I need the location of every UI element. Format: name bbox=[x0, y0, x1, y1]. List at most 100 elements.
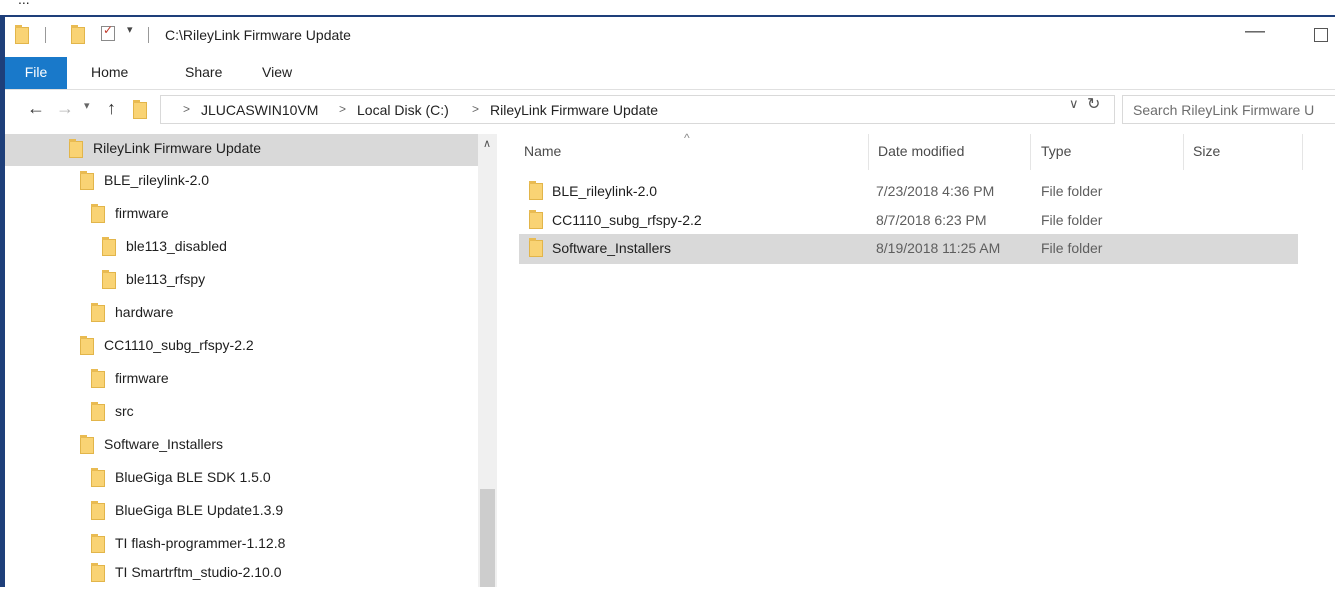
column-header-size[interactable]: Size bbox=[1193, 143, 1220, 159]
folder-icon bbox=[91, 204, 105, 223]
search-input[interactable]: Search RileyLink Firmware U bbox=[1122, 95, 1335, 124]
navigation-pane: RileyLink Firmware Update BLE_rileylink-… bbox=[5, 134, 497, 587]
minimize-icon[interactable]: — bbox=[1245, 20, 1265, 43]
breadcrumb-separator: > bbox=[472, 102, 480, 116]
file-row-selected[interactable]: Software_Installers 8/19/2018 11:25 AM F… bbox=[519, 234, 1298, 264]
column-header-date[interactable]: Date modified bbox=[878, 143, 964, 159]
forward-arrow-icon[interactable]: → bbox=[56, 98, 74, 119]
folder-icon bbox=[80, 171, 94, 190]
folder-icon bbox=[91, 501, 105, 520]
column-header-name[interactable]: Name bbox=[524, 143, 561, 159]
tree-item[interactable]: ble113_rfspy bbox=[5, 266, 475, 296]
breadcrumb-separator: > bbox=[339, 102, 347, 116]
recent-locations-icon[interactable]: ▾ bbox=[84, 99, 90, 112]
file-type: File folder bbox=[1041, 183, 1103, 199]
column-divider[interactable] bbox=[1302, 134, 1303, 170]
tree-item[interactable]: firmware bbox=[5, 365, 475, 395]
file-date: 7/23/2018 4:36 PM bbox=[876, 183, 995, 199]
tree-item[interactable]: BLE_rileylink-2.0 bbox=[5, 167, 475, 197]
tree-item-label: BlueGiga BLE SDK 1.5.0 bbox=[115, 469, 271, 485]
folder-icon bbox=[15, 25, 29, 44]
folder-icon bbox=[102, 237, 116, 256]
column-header-type[interactable]: Type bbox=[1041, 143, 1071, 159]
file-type: File folder bbox=[1041, 240, 1103, 256]
folder-icon bbox=[91, 402, 105, 421]
folder-icon bbox=[133, 100, 147, 119]
properties-icon[interactable]: ✓ bbox=[101, 23, 115, 41]
top-strip-text: ... bbox=[18, 0, 30, 7]
tree-item[interactable]: ble113_disabled bbox=[5, 233, 475, 263]
ribbon-tabs: File Home Share View bbox=[5, 57, 1335, 90]
refresh-icon[interactable]: ↻ bbox=[1087, 94, 1100, 114]
search-placeholder: Search RileyLink Firmware U bbox=[1133, 102, 1315, 118]
tree-item-label: RileyLink Firmware Update bbox=[93, 140, 262, 156]
file-date: 8/19/2018 11:25 AM bbox=[876, 240, 1001, 256]
title-bar: ✓ ▾ C:\RileyLink Firmware Update — bbox=[5, 17, 1335, 57]
address-dropdown-icon[interactable]: ∨ bbox=[1069, 96, 1079, 112]
file-row[interactable]: BLE_rileylink-2.0 7/23/2018 4:36 PM File… bbox=[519, 177, 1298, 207]
tree-item[interactable]: TI flash-programmer-1.12.8 bbox=[5, 530, 475, 560]
column-divider[interactable] bbox=[1183, 134, 1184, 170]
folder-icon bbox=[80, 435, 94, 454]
folder-icon bbox=[529, 210, 543, 229]
folder-icon bbox=[91, 563, 105, 582]
file-name: BLE_rileylink-2.0 bbox=[552, 183, 658, 199]
column-divider[interactable] bbox=[1030, 134, 1031, 170]
title-separator bbox=[148, 27, 149, 43]
tree-item[interactable]: firmware bbox=[5, 200, 475, 230]
tree-item-label: ble113_rfspy bbox=[126, 271, 206, 287]
column-divider[interactable] bbox=[868, 134, 869, 170]
tree-item-label: src bbox=[115, 403, 134, 419]
navigation-bar: ← → ▾ ↑ > JLUCASWIN10VM > Local Disk (C:… bbox=[5, 90, 1335, 130]
breadcrumb-computer[interactable]: JLUCASWIN10VM bbox=[201, 102, 318, 118]
folder-icon bbox=[69, 139, 83, 158]
scrollbar-thumb[interactable] bbox=[480, 489, 495, 587]
up-arrow-icon[interactable]: ↑ bbox=[107, 98, 116, 119]
tab-file[interactable]: File bbox=[5, 57, 67, 89]
title-separator bbox=[45, 27, 46, 43]
tree-item-label: BLE_rileylink-2.0 bbox=[104, 172, 210, 188]
tree-item[interactable]: hardware bbox=[5, 299, 475, 329]
folder-icon bbox=[91, 303, 105, 322]
tab-view[interactable]: View bbox=[262, 57, 292, 89]
file-name: Software_Installers bbox=[552, 240, 672, 256]
tree-item-label: TI flash-programmer-1.12.8 bbox=[115, 535, 286, 551]
folder-icon bbox=[91, 369, 105, 388]
quick-access-dropdown-icon[interactable]: ▾ bbox=[127, 23, 133, 36]
tree-item[interactable]: Software_Installers bbox=[5, 431, 475, 461]
tree-item[interactable]: BlueGiga BLE SDK 1.5.0 bbox=[5, 464, 475, 494]
new-folder-icon[interactable] bbox=[71, 25, 85, 44]
file-date: 8/7/2018 6:23 PM bbox=[876, 212, 987, 228]
tab-home[interactable]: Home bbox=[91, 57, 128, 89]
breadcrumb-local-disk[interactable]: Local Disk (C:) bbox=[357, 102, 449, 118]
tree-item-label: ble113_disabled bbox=[126, 238, 227, 254]
folder-icon bbox=[529, 238, 543, 257]
tree-item[interactable]: BlueGiga BLE Update1.3.9 bbox=[5, 497, 475, 527]
tree-item-label: firmware bbox=[115, 370, 169, 386]
nav-pane-scrollbar[interactable]: ∧ bbox=[478, 134, 497, 587]
breadcrumb-current-folder[interactable]: RileyLink Firmware Update bbox=[490, 102, 658, 118]
file-list-pane: ^ Name Date modified Type Size BLE_riley… bbox=[499, 131, 1335, 587]
maximize-icon[interactable] bbox=[1314, 28, 1328, 42]
tree-item-label: hardware bbox=[115, 304, 174, 320]
file-name: CC1110_subg_rfspy-2.2 bbox=[552, 212, 702, 228]
scroll-up-icon[interactable]: ∧ bbox=[483, 137, 491, 150]
tab-share[interactable]: Share bbox=[185, 57, 222, 89]
folder-icon bbox=[529, 181, 543, 200]
file-row[interactable]: CC1110_subg_rfspy-2.2 8/7/2018 6:23 PM F… bbox=[519, 206, 1298, 236]
tree-item-label: Software_Installers bbox=[104, 436, 224, 452]
back-arrow-icon[interactable]: ← bbox=[27, 98, 45, 119]
tree-item-label: CC1110_subg_rfspy-2.2 bbox=[104, 337, 254, 353]
address-bar[interactable]: > JLUCASWIN10VM > Local Disk (C:) > Rile… bbox=[160, 95, 1115, 124]
tree-item-label: TI Smartrftm_studio-2.10.0 bbox=[115, 564, 282, 580]
folder-icon bbox=[80, 336, 94, 355]
tree-item[interactable]: RileyLink Firmware Update bbox=[5, 135, 475, 165]
file-type: File folder bbox=[1041, 212, 1103, 228]
tree-item[interactable]: src bbox=[5, 398, 475, 428]
folder-icon bbox=[91, 468, 105, 487]
window-title: C:\RileyLink Firmware Update bbox=[165, 27, 351, 43]
tree-item[interactable]: CC1110_subg_rfspy-2.2 bbox=[5, 332, 475, 362]
tree-item[interactable]: TI Smartrftm_studio-2.10.0 bbox=[5, 559, 475, 589]
folder-icon bbox=[91, 534, 105, 553]
sort-ascending-icon: ^ bbox=[684, 131, 690, 145]
